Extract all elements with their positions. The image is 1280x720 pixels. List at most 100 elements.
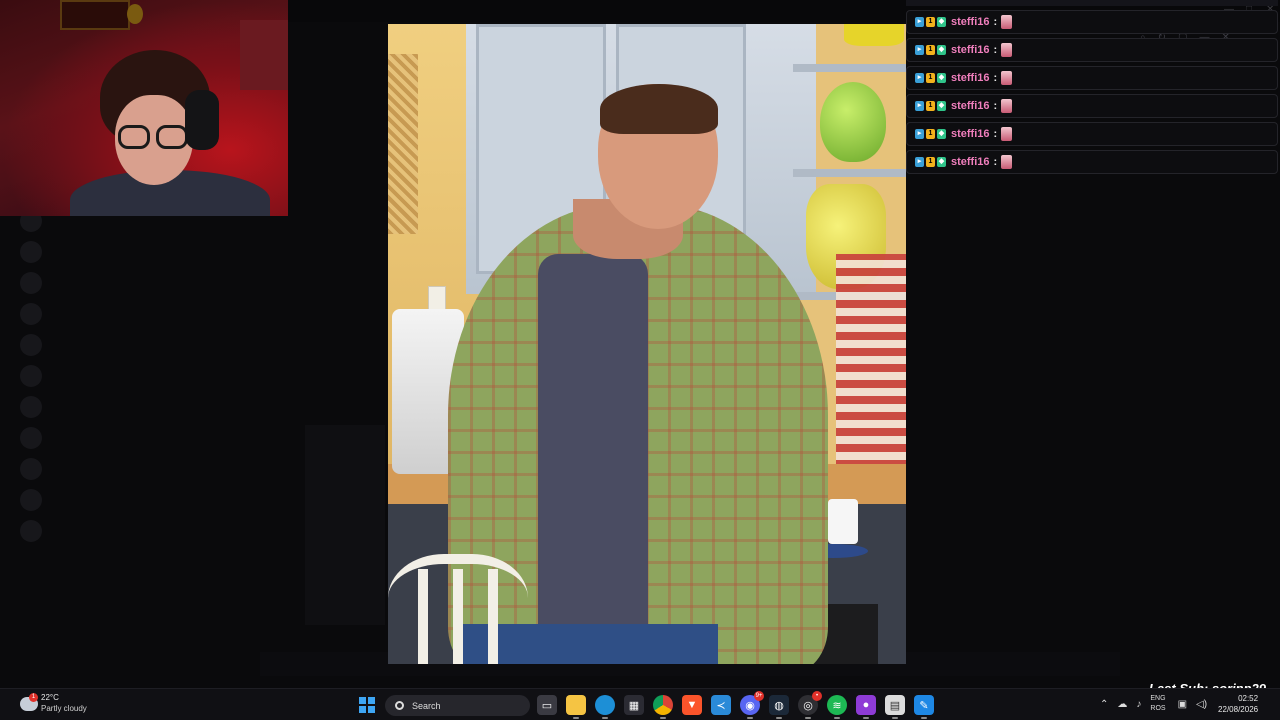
bits-badge-icon: 1 (926, 45, 935, 55)
member-item[interactable] (1118, 210, 1278, 240)
channel-item[interactable] (58, 445, 258, 468)
chat-separator: : (993, 100, 998, 112)
network-icon[interactable]: ▣ (1178, 699, 1187, 710)
bits-badge-icon: 1 (926, 73, 935, 83)
steam-icon[interactable]: ◍ (769, 695, 789, 719)
prime-badge-icon: ▸ (915, 157, 924, 167)
chat-separator: : (993, 16, 998, 28)
member-item[interactable] (1118, 240, 1278, 270)
emote-icon (1001, 99, 1013, 113)
photo-shelf (793, 64, 906, 72)
channel-item[interactable] (58, 376, 258, 399)
server-rail (16, 210, 46, 570)
clock-time: 02:52 (1238, 694, 1259, 703)
chevron-up-icon[interactable]: ⌃ (1100, 699, 1108, 710)
folder-icon[interactable] (566, 695, 586, 719)
prime-badge-icon: ▸ (915, 45, 924, 55)
photo-curtain (836, 254, 906, 484)
emote-icon (1001, 71, 1013, 85)
member-item[interactable] (1118, 330, 1278, 360)
server-icon[interactable] (20, 272, 42, 294)
chat-message: ▸ 1 ◆ steffi16 : (906, 38, 1278, 62)
emote-icon (1001, 15, 1013, 29)
bits-badge-icon: 1 (926, 129, 935, 139)
document-icon[interactable]: ▤ (885, 695, 905, 719)
photo-vase (820, 82, 886, 162)
server-icon[interactable] (20, 303, 42, 325)
channel-item[interactable] (58, 307, 258, 330)
sub-badge-icon: ◆ (937, 17, 946, 27)
paint-icon[interactable]: ✎ (914, 695, 934, 719)
channel-item[interactable] (58, 422, 258, 445)
channel-item[interactable] (58, 353, 258, 376)
headphones-icon (185, 90, 219, 150)
spotify-icon[interactable]: ≋ (827, 695, 847, 719)
chat-username[interactable]: steffi16 (951, 128, 990, 140)
channel-item[interactable] (58, 399, 258, 422)
sub-badge-icon: ◆ (937, 45, 946, 55)
server-icon[interactable] (20, 334, 42, 356)
chat-username[interactable]: steffi16 (951, 156, 990, 168)
game-icon[interactable]: ● (856, 695, 876, 719)
language-label: ENG (1150, 695, 1166, 702)
shared-photo (388, 24, 906, 664)
chat-username[interactable]: steffi16 (951, 100, 990, 112)
clock[interactable]: 02:52 22/08/2026 (1218, 693, 1258, 715)
server-icon[interactable] (20, 489, 42, 511)
microphone-icon[interactable]: ♪ (1136, 699, 1141, 710)
task-view-icon[interactable]: ▭ (537, 695, 557, 715)
channel-item[interactable] (58, 330, 258, 353)
bits-badge-icon: 1 (926, 101, 935, 111)
server-icon[interactable] (20, 396, 42, 418)
search-label: Search (412, 700, 441, 711)
server-icon[interactable] (20, 458, 42, 480)
brave-icon[interactable]: ▼ (682, 695, 702, 715)
member-item[interactable] (1118, 300, 1278, 330)
member-item[interactable] (1118, 270, 1278, 300)
photo-chair-slat (488, 569, 498, 664)
chat-username[interactable]: steffi16 (951, 72, 990, 84)
weather-temp: 22°C (41, 693, 59, 702)
member-item[interactable] (1118, 360, 1278, 390)
chat-message: ▸ 1 ◆ steffi16 : (906, 150, 1278, 174)
channel-item[interactable] (58, 238, 258, 261)
chat-message: ▸ 1 ◆ steffi16 : (906, 94, 1278, 118)
photo-mug (828, 499, 858, 544)
emote-icon (1001, 43, 1013, 57)
server-icon[interactable] (20, 427, 42, 449)
discord-icon[interactable]: ◉ 9+ (740, 691, 764, 719)
windows-logo-icon (359, 706, 366, 713)
store-icon[interactable]: ▦ (624, 695, 644, 715)
language-indicator[interactable]: ENG ROS (1150, 694, 1165, 714)
webcam-picture-frame (60, 0, 130, 30)
emote-icon (1001, 127, 1013, 141)
channel-item[interactable] (58, 215, 258, 238)
server-icon[interactable] (20, 520, 42, 542)
prime-badge-icon: ▸ (915, 129, 924, 139)
channel-item[interactable] (58, 261, 258, 284)
edge-icon[interactable] (595, 695, 615, 719)
onedrive-icon[interactable]: ☁ (1117, 699, 1127, 710)
cloud-icon: 1 (20, 692, 38, 711)
chrome-icon[interactable] (653, 695, 673, 719)
bits-badge-icon: 1 (926, 17, 935, 27)
volume-icon[interactable]: ◁) (1196, 699, 1207, 710)
screen: — □ ✕ (0, 0, 1280, 720)
prime-badge-icon: ▸ (915, 101, 924, 111)
photo-basket (388, 54, 418, 234)
taskbar-search[interactable]: Search (385, 695, 530, 716)
weather-widget[interactable]: 1 22°C Partly cloudy (20, 692, 87, 714)
vscode-icon[interactable]: ≺ (711, 695, 731, 715)
start-button[interactable] (359, 697, 375, 713)
chat-message: ▸ 1 ◆ steffi16 : (906, 10, 1278, 34)
chat-username[interactable]: steffi16 (951, 16, 990, 28)
channel-item[interactable] (58, 284, 258, 307)
member-item[interactable] (1118, 180, 1278, 210)
bits-badge-icon: 1 (926, 157, 935, 167)
server-icon[interactable] (20, 365, 42, 387)
obs-icon[interactable]: ◎ • (798, 691, 822, 719)
glasses-icon (118, 125, 150, 149)
server-icon[interactable] (20, 241, 42, 263)
discord-badge: 9+ (754, 691, 764, 701)
chat-username[interactable]: steffi16 (951, 44, 990, 56)
